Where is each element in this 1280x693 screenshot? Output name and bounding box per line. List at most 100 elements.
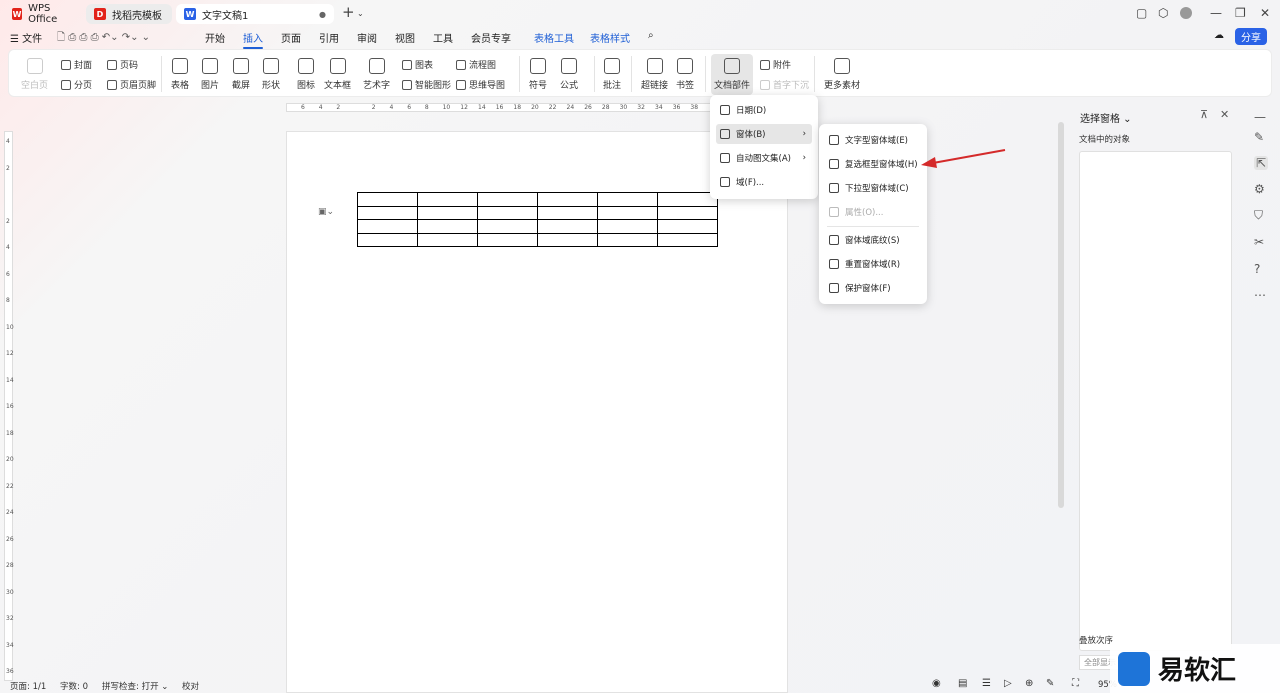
outline-view-icon[interactable]: ☰: [982, 678, 991, 689]
mindmap-button[interactable]: 思维导图: [456, 78, 505, 91]
hyperlink-button[interactable]: 超链接: [641, 58, 668, 91]
dropcap-button[interactable]: 首字下沉: [760, 78, 809, 91]
menu-item-dropdown-form-field[interactable]: 下拉型窗体域(C): [825, 178, 909, 198]
share-button[interactable]: 分享: [1235, 28, 1267, 45]
vertical-ruler[interactable]: 4 2 2 4 6 8 10 12 14 16 18 20 22 24 26 28 30 32 34 36: [4, 131, 14, 681]
menu-item-reset-fields[interactable]: 重置窗体域(R): [825, 254, 900, 274]
formula-button[interactable]: 公式: [560, 58, 578, 91]
pin-icon[interactable]: ⊼: [1200, 108, 1208, 121]
ruler-tick: 34: [655, 104, 663, 111]
flowchart-button[interactable]: 流程图: [456, 58, 496, 71]
header-footer-button[interactable]: 页眉页脚: [107, 78, 156, 91]
ruler-tick: 34: [6, 641, 14, 649]
quick-access-icons[interactable]: 🗋 ⎙ ⎙ ⎙ ↶⌄ ↷⌄ ⌄: [57, 30, 150, 47]
page-number-button[interactable]: 页码: [107, 58, 138, 71]
attachment-button[interactable]: 附件: [760, 58, 791, 71]
menu-item-autotext[interactable]: 自动图文集(A) ›: [716, 148, 812, 168]
chart-button[interactable]: 图表: [402, 58, 433, 71]
close-pane-icon[interactable]: ✕: [1220, 108, 1229, 121]
objects-list[interactable]: [1079, 151, 1232, 651]
document-table[interactable]: [357, 192, 718, 247]
bookmark-button[interactable]: 书签: [676, 58, 694, 91]
cube-icon[interactable]: ⬡: [1158, 6, 1168, 20]
window-layout-icon[interactable]: ▢: [1136, 6, 1147, 20]
menu-item-field[interactable]: 域(F)...: [716, 172, 812, 192]
cover-button[interactable]: 封面: [61, 58, 92, 71]
unsaved-dot-icon[interactable]: ●: [319, 10, 326, 19]
menu-references[interactable]: 引用: [319, 30, 339, 45]
screenshot-button[interactable]: 截屏: [232, 58, 250, 91]
word-count[interactable]: 字数: 0: [60, 680, 88, 692]
page-count[interactable]: 页面: 1/1: [10, 680, 46, 692]
wordart-button[interactable]: 艺术字: [363, 58, 390, 91]
adjust-icon[interactable]: ⚙: [1254, 182, 1265, 196]
blank-page-button[interactable]: 空白页: [21, 58, 48, 91]
minus-icon[interactable]: —: [1254, 110, 1266, 124]
label: 图表: [415, 61, 434, 71]
search-icon[interactable]: ⌕: [648, 30, 654, 41]
symbol-button[interactable]: 符号: [529, 58, 547, 91]
minimize-icon[interactable]: —: [1210, 6, 1222, 20]
smartart-button[interactable]: 智能图形: [402, 78, 451, 91]
menu-tools[interactable]: 工具: [433, 30, 453, 45]
help-icon[interactable]: ?: [1254, 262, 1260, 276]
menu-view[interactable]: 视图: [395, 30, 415, 45]
more-icon[interactable]: ⋯: [1254, 288, 1266, 302]
menu-item-checkbox-form-field[interactable]: 复选框型窗体域(H): [825, 154, 918, 174]
menu-item-protect-form[interactable]: 保护窗体(F): [825, 278, 891, 298]
shield-icon[interactable]: ⛉: [1254, 208, 1263, 223]
tab-docer[interactable]: D 找稻壳模板: [86, 4, 172, 24]
docparts-button[interactable]: 文档部件: [711, 54, 754, 95]
play-icon[interactable]: ▷: [1004, 678, 1012, 689]
ruler-tick: 20: [531, 104, 539, 111]
lock-icon: [829, 283, 839, 293]
cloud-icon[interactable]: ☁: [1214, 30, 1224, 41]
menu-item-date[interactable]: 日期(D): [716, 100, 812, 120]
pen-icon[interactable]: ✎: [1046, 678, 1054, 689]
icon-button[interactable]: 图标: [297, 58, 315, 91]
menu-review[interactable]: 审阅: [357, 30, 377, 45]
menu-item-text-form-field[interactable]: 文字型窗体域(E): [825, 130, 908, 150]
page-view-icon[interactable]: ▤: [958, 678, 967, 689]
new-tab-icon[interactable]: +: [342, 3, 355, 21]
fit-icon[interactable]: ⛶: [1072, 678, 1079, 689]
proofread-button[interactable]: 校对: [182, 680, 199, 692]
tab-bar: W WPS Office D 找稻壳模板 W 文字文稿1 ● + ⌄ ▢ ⬡ — ❐ ✕: [0, 0, 1280, 27]
shape-button[interactable]: 形状: [262, 58, 280, 91]
menu-item-field-shading[interactable]: 窗体域底纹(S): [825, 230, 900, 250]
menu-item-properties[interactable]: 属性(O)...: [825, 202, 883, 222]
close-icon[interactable]: ✕: [1260, 6, 1270, 20]
docer-icon: D: [94, 8, 106, 20]
menu-table-style[interactable]: 表格样式: [590, 30, 630, 45]
tools-icon[interactable]: ✂: [1254, 235, 1264, 249]
ruler-tick: 4: [6, 138, 10, 145]
menu-insert[interactable]: 插入: [243, 30, 263, 49]
comment-button[interactable]: 批注: [603, 58, 621, 91]
vertical-scrollbar[interactable]: [1058, 122, 1064, 508]
cursor-select-icon[interactable]: ⇱: [1254, 156, 1269, 170]
picture-button[interactable]: 图片: [201, 58, 219, 91]
chevron-down-icon[interactable]: ⌄: [357, 9, 364, 18]
menu-table-tools[interactable]: 表格工具: [534, 30, 574, 45]
globe-icon[interactable]: ⊕: [1025, 678, 1033, 689]
menu-member[interactable]: 会员专享: [471, 30, 511, 45]
eye-icon[interactable]: ◉: [932, 678, 941, 689]
more-materials-button[interactable]: 更多素材: [824, 58, 860, 91]
table-button[interactable]: 表格: [171, 58, 189, 91]
page-break-button[interactable]: 分页: [61, 78, 92, 91]
shading-icon: [829, 235, 839, 245]
pen-icon[interactable]: ✎: [1254, 130, 1264, 144]
menu-home[interactable]: 开始: [205, 30, 225, 45]
spell-check-status[interactable]: 拼写检查: 打开 ⌄: [102, 680, 168, 692]
menu-item-form[interactable]: 窗体(B) ›: [716, 124, 812, 144]
table-handle-icon[interactable]: ▣⌄: [318, 207, 334, 217]
label: 选择窗格: [1080, 114, 1120, 125]
textbox-button[interactable]: 文本框: [324, 58, 351, 91]
tab-wps-office[interactable]: W WPS Office: [4, 3, 82, 25]
tab-document[interactable]: W 文字文稿1 ●: [176, 4, 334, 24]
pane-title[interactable]: 选择窗格 ⌄: [1080, 110, 1132, 125]
restore-icon[interactable]: ❐: [1235, 6, 1246, 20]
menu-file[interactable]: ☰ 文件: [10, 30, 42, 45]
avatar[interactable]: [1180, 7, 1192, 19]
menu-page[interactable]: 页面: [281, 30, 301, 45]
